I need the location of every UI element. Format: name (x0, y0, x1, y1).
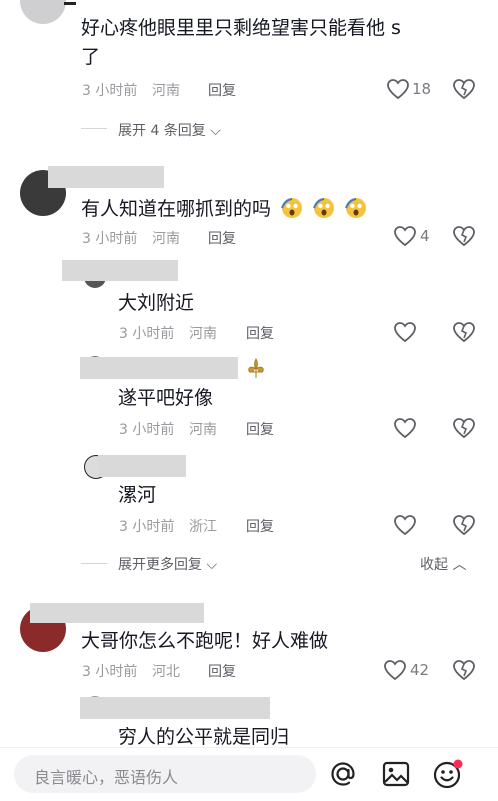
reply-button[interactable]: 回复 (208, 228, 236, 248)
reply-button[interactable]: 回复 (208, 80, 236, 100)
like-heart-icon[interactable] (386, 78, 410, 100)
like-heart-icon[interactable] (393, 321, 417, 343)
username-redacted (30, 603, 204, 623)
dislike-broken-heart-icon[interactable] (452, 225, 476, 247)
comment-text: 好心疼他眼里里只剩绝望害只能看他 s (81, 17, 401, 39)
reply-location: 浙江 (189, 519, 217, 535)
like-heart-icon[interactable] (383, 659, 407, 681)
fleur-de-lis-badge-icon (248, 358, 264, 378)
comment-input-placeholder: 良言暖心，恶语伤人 (34, 768, 179, 787)
like-heart-icon[interactable] (393, 225, 417, 247)
username-redacted (80, 357, 238, 379)
reply-button[interactable]: 回复 (246, 516, 274, 536)
dislike-broken-heart-icon[interactable] (452, 659, 476, 681)
comment-location: 河南 (152, 231, 180, 247)
dislike-broken-heart-icon[interactable] (452, 514, 476, 536)
reply-time: 3 小时前 (119, 519, 175, 535)
comment-input[interactable]: 良言暖心，恶语伤人 (14, 755, 316, 793)
at-mention-icon[interactable] (328, 759, 358, 789)
like-count: 42 (410, 661, 430, 679)
comment-text: 大哥你怎么不跑呢！好人难做 (81, 630, 329, 652)
comment-time: 3 小时前 (82, 83, 138, 99)
username-redacted (98, 455, 186, 477)
expand-more-replies-button[interactable]: 展开更多回复 ⌵ (118, 554, 217, 574)
like-count: 18 (412, 80, 432, 98)
scream-emoji-icon (345, 198, 367, 218)
comment-location: 河北 (152, 664, 180, 680)
reply-button[interactable]: 回复 (246, 419, 274, 439)
like-count: 4 (420, 227, 430, 245)
avatar[interactable] (20, 0, 66, 24)
scream-emoji-icon (281, 198, 303, 218)
reply-button[interactable]: 回复 (208, 661, 236, 681)
comment-text-wrap: 了 (81, 46, 101, 68)
reply-text: 遂平吧好像 (118, 387, 214, 409)
like-heart-icon[interactable] (393, 514, 417, 536)
reply-time: 3 小时前 (119, 422, 175, 438)
reply-location: 河南 (189, 422, 217, 438)
like-heart-icon[interactable] (393, 417, 417, 439)
comment-location: 河南 (152, 83, 180, 99)
reply-time: 3 小时前 (119, 326, 175, 342)
reply-text: 大刘附近 (118, 292, 195, 314)
collapse-replies-button[interactable]: 收起 ︿ (420, 554, 466, 574)
dislike-broken-heart-icon[interactable] (452, 78, 476, 100)
comment-input-bar: 良言暖心，恶语伤人 (0, 747, 498, 801)
comment-text: 有人知道在哪抓到的吗 (81, 196, 367, 222)
reply-location: 河南 (189, 326, 217, 342)
avatar-mark (64, 2, 76, 5)
reply-button[interactable]: 回复 (246, 323, 274, 343)
dislike-broken-heart-icon[interactable] (452, 417, 476, 439)
reply-text: 漯河 (118, 484, 157, 506)
expand-replies-button[interactable]: 展开 4 条回复 ⌵ (118, 120, 221, 140)
expand-divider (81, 563, 107, 564)
dislike-broken-heart-icon[interactable] (452, 321, 476, 343)
scream-emoji-icon (313, 198, 335, 218)
comment-time: 3 小时前 (82, 231, 138, 247)
username-redacted (48, 166, 164, 188)
comment-time: 3 小时前 (82, 664, 138, 680)
expand-divider (81, 128, 107, 129)
emoji-picker-icon[interactable] (432, 758, 464, 790)
username-redacted (62, 260, 178, 281)
image-picker-icon[interactable] (381, 759, 411, 789)
username-redacted (80, 697, 270, 719)
